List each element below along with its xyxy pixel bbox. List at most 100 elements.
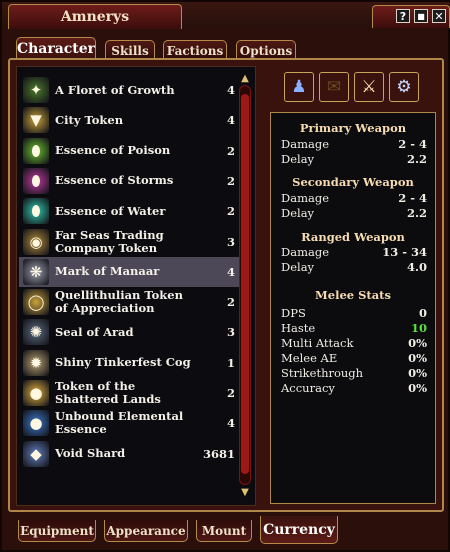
currency-row[interactable]: ◉ Far Seas Trading Company Token 3 (19, 227, 239, 257)
currency-name: Token of the Shattered Lands (55, 379, 161, 406)
tab-mount[interactable]: Mount (196, 520, 252, 542)
scrollbar-thumb[interactable] (241, 94, 249, 474)
currency-row[interactable]: ✺ Seal of Arad 3 (19, 317, 239, 347)
stat-value: 2 - 4 (398, 137, 427, 151)
currency-name: Far Seas Trading Company Token (55, 227, 164, 255)
currency-name: Shiny Tinkerfest Cog (55, 355, 191, 370)
currency-quantity: 4 (226, 113, 235, 128)
token-icon: ▼ (23, 107, 49, 134)
currency-quantity: 2 (226, 143, 235, 158)
currency-name: Essence of Poison (55, 143, 171, 158)
ranged-damage-row: Damage 13 - 34 (281, 245, 427, 259)
currency-row[interactable]: ⬮ Essence of Water 2 (19, 196, 239, 226)
primary-weapon-heading: Primary Weapon (299, 121, 407, 135)
tab-factions[interactable]: Factions (163, 40, 227, 60)
scroll-icon: ✉ (326, 77, 342, 97)
currency-quantity: 4 (226, 416, 235, 431)
cog-icon: ✹ (23, 349, 49, 376)
stat-label: Multi Attack (281, 336, 354, 350)
currency-row[interactable]: ◯ Quellithulian Token of Appreciation 2 (19, 287, 239, 317)
currency-row[interactable]: ❋ Mark of Manaar 4 (19, 256, 239, 287)
ranged-delay-row: Delay 4.0 (281, 260, 427, 274)
character-window: Amnerys ? ■ ✕ Character Skills Factions … (0, 0, 450, 552)
primary-damage-row: Damage 2 - 4 (281, 137, 427, 151)
currency-quantity: 1 (226, 355, 235, 370)
title-bar[interactable]: Amnerys ? ■ ✕ (2, 2, 450, 29)
stat-label: Damage (281, 137, 330, 151)
stat-label: Haste (281, 321, 316, 335)
storm-essence-icon: ⬮ (23, 167, 49, 194)
scroll-button[interactable]: ✉ (319, 72, 349, 102)
gears-button[interactable]: ⚙ (389, 72, 419, 102)
tab-character[interactable]: Character (16, 37, 96, 60)
haste-row: Haste 10 (281, 321, 427, 335)
currency-name: Unbound Elemental Essence (55, 409, 184, 437)
water-essence-icon: ⬮ (23, 198, 49, 225)
leaf-icon: ✦ (23, 77, 49, 103)
tab-currency[interactable]: Currency (260, 516, 338, 544)
shard-icon: ◆ (23, 440, 49, 467)
currency-row[interactable]: ▼ City Token 4 (19, 105, 239, 135)
secondary-weapon-heading: Secondary Weapon (292, 175, 414, 189)
minimize-button[interactable]: ■ (414, 9, 428, 23)
window-title: Amnerys (8, 4, 182, 29)
currency-quantity: 3681 (202, 446, 235, 461)
accuracy-row: Accuracy 0% (281, 381, 427, 395)
currency-name: Quellithulian Token of Appreciation (55, 288, 183, 316)
currency-row[interactable]: ● Unbound Elemental Essence 4 (19, 408, 239, 438)
stat-value: 0% (408, 336, 427, 350)
seal-icon: ✺ (23, 319, 49, 346)
currency-name: Mark of Manaar (55, 264, 160, 279)
orb-icon: ● (23, 410, 49, 437)
scroll-up-arrow[interactable]: ▲ (238, 73, 252, 85)
currency-row[interactable]: ✹ Shiny Tinkerfest Cog 1 (19, 348, 239, 378)
character-figure-icon: ♟ (291, 77, 307, 97)
stat-value: 2 - 4 (398, 191, 427, 205)
stat-label: Delay (281, 206, 315, 220)
tab-appearance[interactable]: Appearance (104, 520, 188, 542)
dps-row: DPS 0 (281, 306, 427, 320)
scrollbar[interactable] (239, 85, 251, 485)
currency-row[interactable]: ⬮ Essence of Poison 2 (19, 136, 239, 166)
stat-value: 0% (408, 381, 427, 395)
currency-list[interactable]: ✦ A Floret of Growth 4 ▼ City Token 4 ⬮ Essence… (16, 66, 256, 506)
stat-value: 13 - 34 (382, 245, 427, 259)
currency-name: A Floret of Growth (55, 82, 175, 97)
currency-row[interactable]: ⬮ Essence of Storms 2 (19, 166, 239, 196)
shattered-token-icon: ● (23, 380, 49, 406)
currency-row[interactable]: ✦ A Floret of Growth 4 (19, 75, 239, 105)
stat-value: 0% (408, 351, 427, 365)
crossed-swords-icon: ⚔ (361, 77, 377, 97)
multi-attack-row: Multi Attack 0% (281, 336, 427, 350)
stat-label: Melee AE (281, 351, 338, 365)
currency-name: Void Shard (55, 446, 126, 461)
currency-quantity: 4 (226, 83, 235, 97)
currency-name: Essence of Storms (55, 173, 174, 188)
tab-options[interactable]: Options (236, 40, 296, 60)
help-button[interactable]: ? (396, 9, 410, 23)
currency-quantity: 2 (226, 295, 235, 310)
stat-value: 2.2 (406, 152, 427, 166)
haste-value: 10 (410, 321, 427, 335)
currency-quantity: 4 (226, 264, 235, 279)
currency-row[interactable]: ◆ Void Shard 3681 (19, 439, 239, 469)
gears-icon: ⚙ (396, 77, 412, 97)
strikethrough-row: Strikethrough 0% (281, 366, 427, 380)
stat-label: Strikethrough (281, 366, 364, 380)
crossed-swords-button[interactable]: ⚔ (354, 72, 384, 102)
primary-delay-row: Delay 2.2 (281, 152, 427, 166)
stats-panel: Primary Weapon Damage 2 - 4 Delay 2.2 Seco… (270, 112, 436, 504)
stat-label: Damage (281, 245, 330, 259)
tab-equipment[interactable]: Equipment (18, 520, 96, 542)
character-figure-button[interactable]: ♟ (284, 72, 314, 102)
close-button[interactable]: ✕ (432, 9, 446, 23)
stat-value: 2.2 (406, 206, 427, 220)
currency-name: Seal of Arad (55, 324, 134, 339)
secondary-delay-row: Delay 2.2 (281, 206, 427, 220)
coin-icon: ◉ (23, 228, 49, 255)
stat-value: 0% (408, 366, 427, 380)
tab-skills[interactable]: Skills (105, 40, 155, 60)
currency-row[interactable]: ● Token of the Shattered Lands 2 (19, 378, 239, 408)
scroll-down-arrow[interactable]: ▼ (238, 487, 252, 499)
currency-name: Essence of Water (55, 203, 166, 218)
